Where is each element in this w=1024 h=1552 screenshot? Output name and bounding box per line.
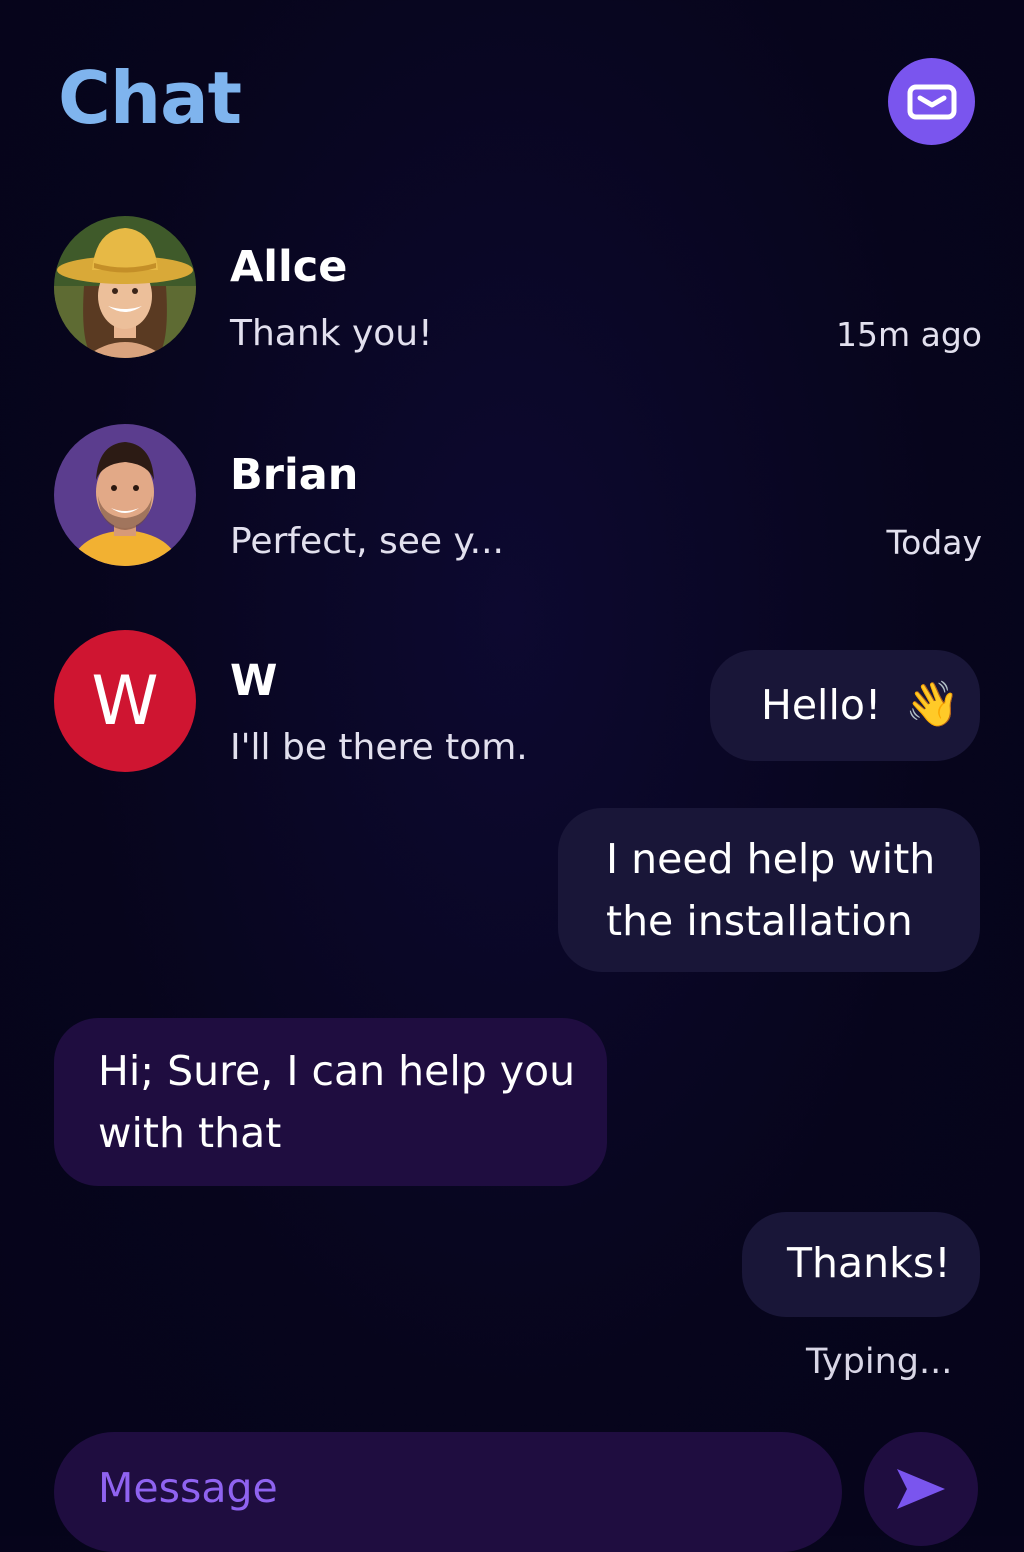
message-bubble-incoming: Hi; Sure, I can help you with that [54, 1018, 607, 1186]
contact-name: W [230, 656, 278, 706]
mail-icon [907, 84, 956, 119]
waving-hand-emoji: 👋 [905, 679, 961, 730]
message-preview: I'll be there tom. [230, 727, 528, 768]
avatar [54, 216, 196, 358]
message-preview: Thank you! [230, 313, 433, 354]
page-title: Chat [58, 56, 242, 140]
contact-name: Brian [230, 450, 359, 500]
timestamp: Today [886, 523, 982, 562]
message-preview: Perfect, see y... [230, 521, 504, 562]
message-input[interactable] [98, 1432, 778, 1544]
message-bubble-outgoing: I need help with the installation [558, 808, 980, 972]
contact-name: Allce [230, 242, 348, 292]
message-bubble-outgoing: Hello! 👋 [710, 650, 980, 761]
avatar: W [54, 630, 196, 772]
message-line: the installation [606, 897, 913, 945]
timestamp: 15m ago [836, 315, 982, 354]
conversation-item[interactable]: W W I'll be there tom. [54, 630, 534, 774]
send-button[interactable] [864, 1432, 978, 1546]
message-composer [54, 1432, 842, 1552]
message-text: Thanks! [787, 1239, 951, 1287]
compose-button[interactable] [888, 58, 975, 145]
message-text: Hello! [761, 681, 882, 729]
typing-indicator: Typing... [806, 1342, 953, 1382]
message-line: with that [98, 1109, 282, 1157]
message-bubble-outgoing: Thanks! [742, 1212, 980, 1317]
send-icon [897, 1469, 945, 1509]
message-line: I need help with [606, 835, 936, 883]
conversation-item[interactable]: Allce Thank you! 15m ago [54, 216, 982, 360]
conversation-item[interactable]: Brian Perfect, see y... Today [54, 424, 982, 568]
message-line: Hi; Sure, I can help you [98, 1047, 576, 1095]
avatar [54, 424, 196, 566]
